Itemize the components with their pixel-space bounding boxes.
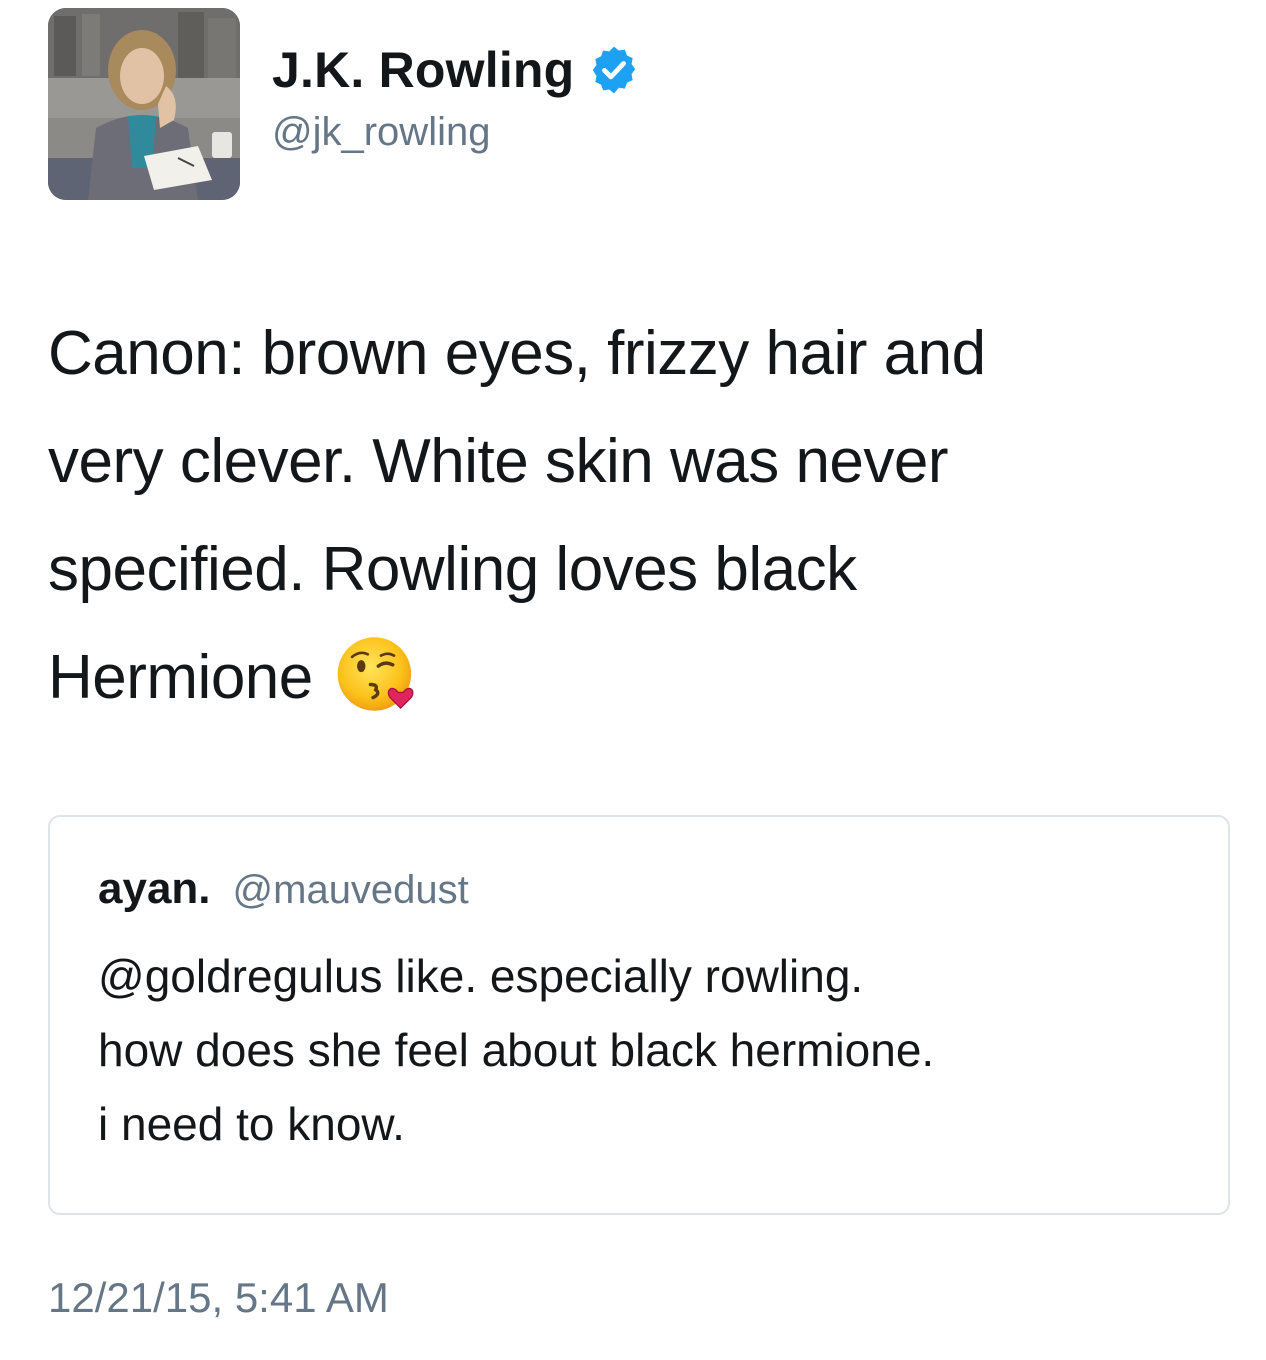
author-display-name[interactable]: J.K. Rowling [272, 42, 574, 98]
quoted-tweet-text: @goldregulus like. especially rowling. h… [98, 939, 1198, 1161]
quoted-tweet-card[interactable]: ayan. @mauvedust @goldregulus like. espec… [48, 815, 1230, 1215]
author-name-row: J.K. Rowling [272, 42, 640, 98]
author-handle[interactable]: @jk_rowling [272, 108, 490, 156]
verified-badge-icon [588, 44, 640, 96]
quoted-tweet-header: ayan. @mauvedust [98, 861, 469, 927]
tweet-text-line: specified. Rowling loves black [48, 535, 857, 604]
tweet-timestamp[interactable]: 12/21/15, 5:41 AM [48, 1270, 389, 1326]
kiss-face-emoji-icon [335, 632, 419, 716]
quoted-tweet-text-line: @goldregulus like. especially rowling. [98, 950, 864, 1002]
quoted-tweet-text-line: how does she feel about black hermione. [98, 1024, 935, 1076]
tweet-text: Canon: brown eyes, frizzy hair and very … [48, 300, 1228, 732]
quoted-author-name: ayan. [98, 864, 211, 913]
author-avatar[interactable] [48, 8, 240, 200]
author-photo-image [48, 8, 240, 200]
tweet-text-last-words: Hermione [48, 643, 313, 712]
tweet: J.K. Rowling @jk_rowling Canon: brown ey… [0, 0, 1266, 1360]
tweet-text-line-last: Hermione [48, 624, 1228, 732]
tweet-text-line: very clever. White skin was never [48, 427, 949, 496]
tweet-text-line: Canon: brown eyes, frizzy hair and [48, 319, 986, 388]
quoted-author-handle: @mauvedust [232, 868, 469, 912]
quoted-tweet-text-line: i need to know. [98, 1098, 405, 1150]
